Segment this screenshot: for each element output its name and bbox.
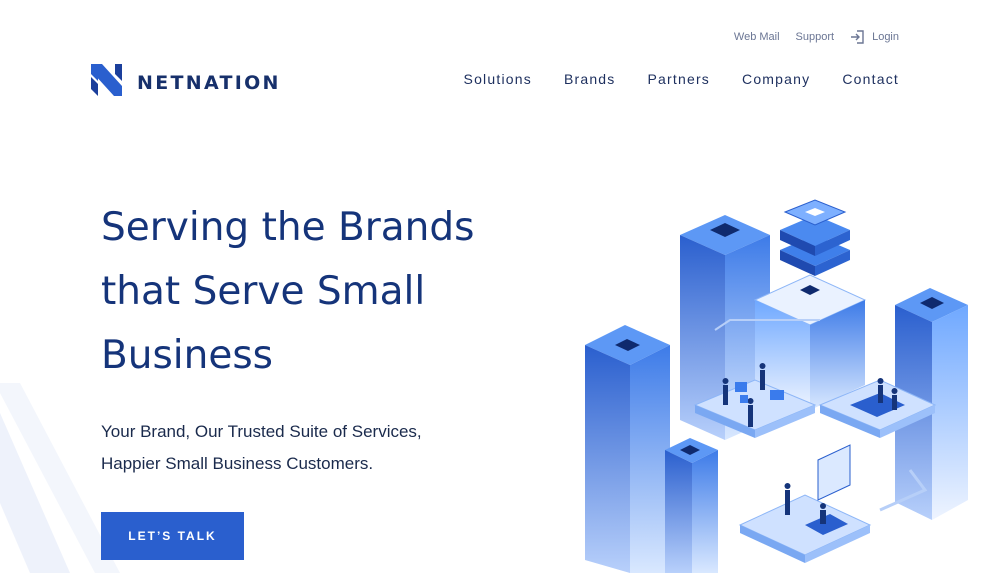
isometric-data-center-illustration [580,190,980,573]
main-nav: Solutions Brands Partners Company Contac… [464,71,899,87]
hero-subtitle-line: Happier Small Business Customers. [101,454,374,473]
brand-logo[interactable]: NETNATION [91,64,281,101]
hero-title-line: Serving the Brands [101,205,475,250]
nav-item-company[interactable]: Company [742,71,810,87]
hero-title-line: Business [101,333,273,378]
brand-name: NETNATION [137,71,281,94]
utility-nav: Web Mail Support Login [734,29,899,45]
nav-item-contact[interactable]: Contact [842,71,899,87]
login-label: Login [872,31,899,43]
sign-in-icon [850,29,866,45]
webmail-link[interactable]: Web Mail [734,31,780,43]
nav-item-solutions[interactable]: Solutions [464,71,532,87]
hero-subtitle-line: Your Brand, Our Trusted Suite of Service… [101,422,422,441]
hero-title-line: that Serve Small [101,269,426,314]
nav-item-brands[interactable]: Brands [564,71,616,87]
support-link[interactable]: Support [796,31,835,43]
hero-title: Serving the Brands that Serve Small Busi… [101,196,541,388]
lets-talk-button[interactable]: LET’S TALK [101,512,244,560]
login-link[interactable]: Login [850,29,899,45]
netnation-logo-icon [91,64,125,101]
hero-subtitle: Your Brand, Our Trusted Suite of Service… [101,416,521,480]
nav-item-partners[interactable]: Partners [648,71,711,87]
